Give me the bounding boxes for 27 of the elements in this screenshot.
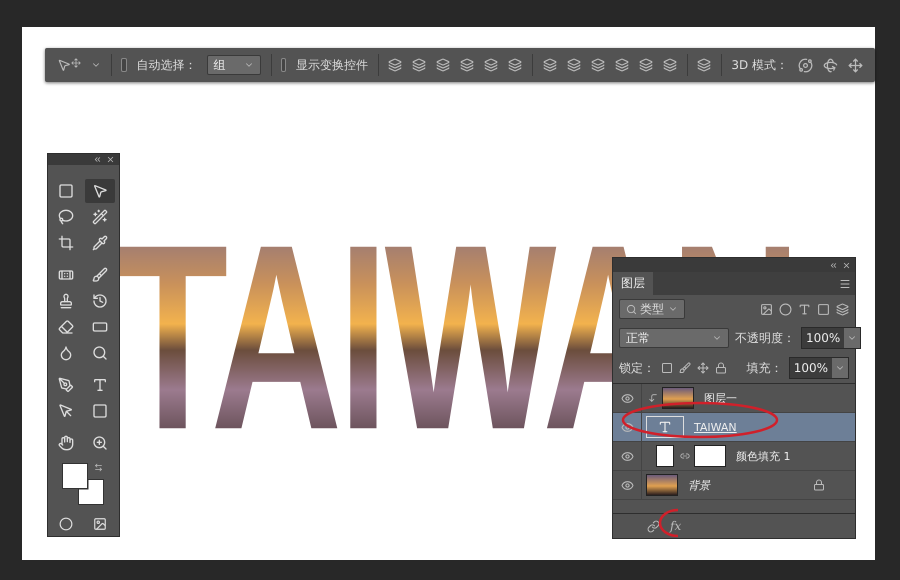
checkbox[interactable] — [280, 58, 286, 72]
move-tool-icon[interactable] — [84, 179, 114, 204]
opacity-field[interactable]: 100% — [801, 327, 862, 349]
move-3d-icon[interactable] — [848, 58, 864, 72]
swap-colors-icon[interactable] — [94, 463, 102, 472]
checkbox[interactable] — [121, 58, 127, 72]
filter-icon[interactable] — [798, 302, 811, 316]
lock-icon — [813, 479, 825, 491]
auto-select-dropdown[interactable]: 组 — [206, 55, 261, 75]
auto-select-label: 自动选择： — [136, 56, 197, 74]
transform-controls-label: 显示变换控件 — [296, 56, 368, 74]
menu-icon[interactable] — [839, 278, 851, 290]
move-tool-icon[interactable] — [57, 58, 81, 72]
orbit-icon[interactable] — [798, 58, 814, 72]
dropdown-button[interactable] — [844, 328, 860, 348]
foreground-color-swatch[interactable] — [62, 463, 88, 490]
rotate-3d-icon[interactable] — [823, 58, 838, 72]
link-layers-icon[interactable] — [647, 520, 660, 532]
filter-icon[interactable] — [836, 302, 849, 316]
3d-mode-label: 3D 模式： — [731, 56, 788, 74]
fill-field[interactable]: 100% — [788, 357, 849, 379]
collapse-icon[interactable] — [829, 260, 838, 270]
filter-icon[interactable] — [817, 302, 830, 316]
collapse-icon[interactable] — [93, 155, 102, 164]
close-icon[interactable] — [106, 155, 115, 164]
close-icon[interactable] — [842, 260, 851, 270]
effects-button[interactable]: fx — [670, 519, 682, 533]
